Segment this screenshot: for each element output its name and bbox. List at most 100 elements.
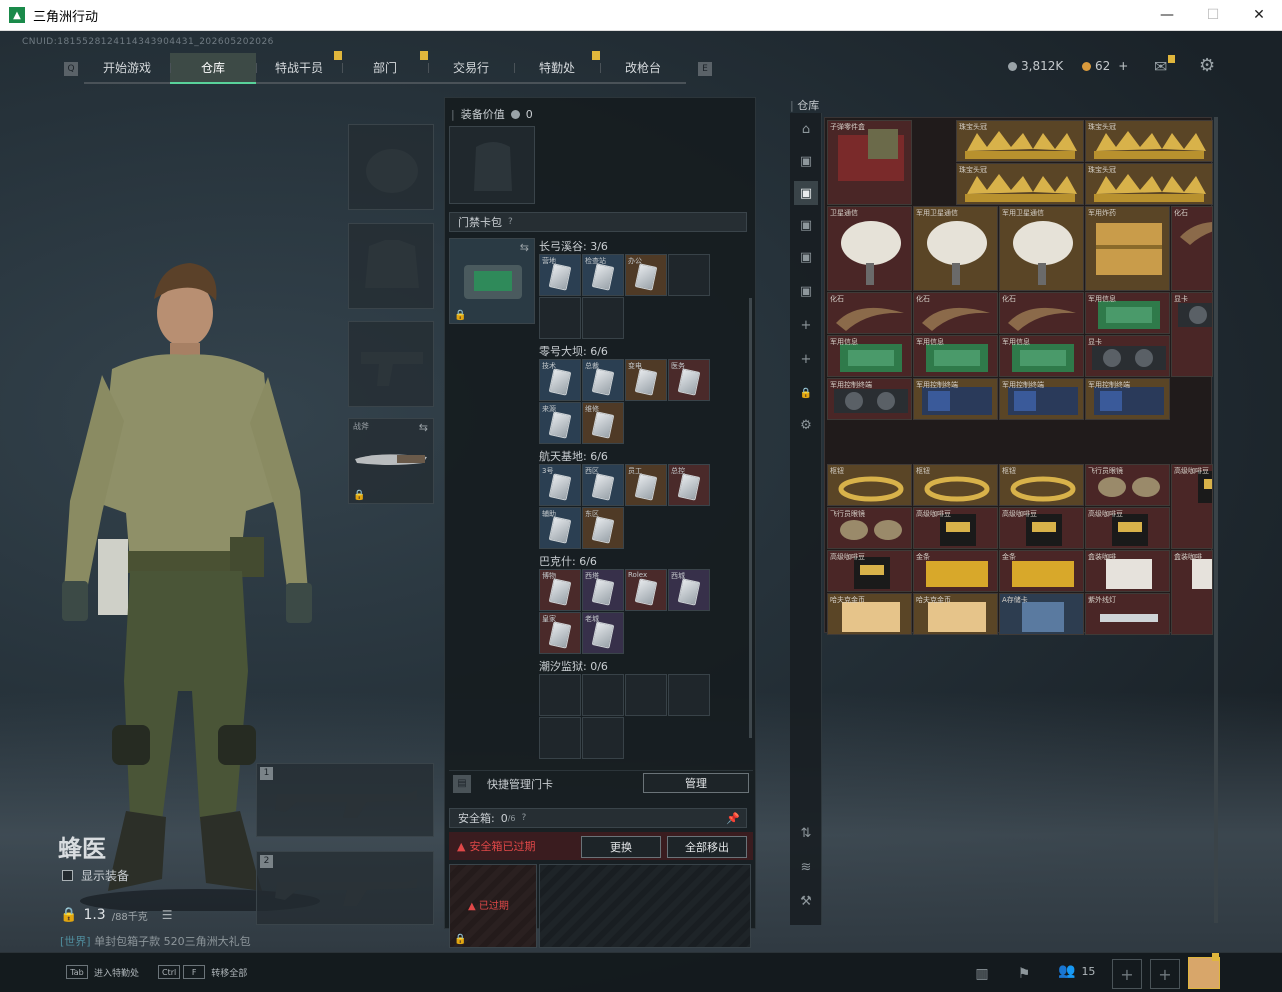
scrollbar[interactable]: [749, 298, 752, 738]
world-chat[interactable]: [世界] 单封包箱子款 520三角洲大礼包: [60, 933, 251, 949]
stash-item[interactable]: 化石: [827, 292, 912, 334]
tab-trading[interactable]: 交易行: [428, 53, 514, 82]
add-currency-button[interactable]: +: [1118, 59, 1128, 73]
stash-settings-icon[interactable]: ⚙: [794, 413, 818, 437]
keycard-slot[interactable]: [582, 674, 624, 716]
stash-item[interactable]: 珠宝头冠: [1085, 120, 1213, 162]
keycard-item[interactable]: 西城: [668, 569, 710, 611]
keycard-item[interactable]: 东区: [582, 507, 624, 549]
pistol-slot[interactable]: [348, 321, 434, 407]
safe-box-slot[interactable]: ▲ 已过期 🔒: [449, 864, 537, 948]
show-equipment-checkbox[interactable]: [62, 870, 73, 881]
stash-item[interactable]: 化石: [913, 292, 998, 334]
keycard-item[interactable]: 辅助: [539, 507, 581, 549]
stash-item[interactable]: 军用炸药: [1085, 206, 1170, 291]
player-avatar[interactable]: [1188, 957, 1220, 989]
stash-item[interactable]: 金条: [913, 550, 998, 592]
stash-item[interactable]: 显卡: [1171, 292, 1213, 377]
keycard-slot[interactable]: [582, 297, 624, 339]
stash-item[interactable]: 珠宝头冠: [956, 163, 1084, 205]
stash-item[interactable]: 金条: [999, 550, 1084, 592]
tab-warehouse[interactable]: 仓库: [170, 53, 256, 84]
stash-item[interactable]: 高级咖啡豆: [999, 507, 1084, 549]
stash-tab-4[interactable]: ▣: [794, 213, 818, 237]
keycard-item[interactable]: 维修: [582, 402, 624, 444]
keycard-item[interactable]: 变电: [625, 359, 667, 401]
lock-icon[interactable]: 🔒: [794, 381, 818, 405]
stash-item[interactable]: 紫外线灯: [1085, 593, 1170, 635]
stash-item[interactable]: 军用控制终端: [1085, 378, 1170, 420]
keycard-item[interactable]: 总控: [668, 464, 710, 506]
stash-item[interactable]: 盒装咖啡: [1085, 550, 1170, 592]
keycard-item[interactable]: 西塔: [582, 569, 624, 611]
swap-icon[interactable]: ⇆: [520, 241, 529, 254]
stash-item[interactable]: 军用控制终端: [913, 378, 998, 420]
stash-item[interactable]: 卫星通信: [827, 206, 912, 291]
backpack-slot[interactable]: [449, 126, 535, 204]
show-equipment-toggle[interactable]: 显示装备: [62, 867, 129, 884]
melee-slot[interactable]: 战斧 ⇆ 🔒: [348, 418, 434, 504]
stash-item[interactable]: 高级咖啡豆: [1171, 464, 1213, 549]
safe-box-grid[interactable]: [539, 864, 751, 948]
stash-item[interactable]: 珠宝头冠: [956, 120, 1084, 162]
auto-arrange-icon[interactable]: ⚒: [794, 889, 818, 913]
stash-item[interactable]: 高级咖啡豆: [827, 550, 912, 592]
stash-item[interactable]: 枢钮: [999, 464, 1084, 506]
sort-icon[interactable]: ⇅: [794, 821, 818, 845]
help-icon[interactable]: ?: [508, 217, 513, 227]
party-slot-add-button[interactable]: +: [1150, 959, 1180, 989]
keycard-item[interactable]: 皇家: [539, 612, 581, 654]
stash-tab-5[interactable]: ▣: [794, 245, 818, 269]
keycard-slot[interactable]: [625, 674, 667, 716]
swap-icon[interactable]: ⇆: [419, 421, 428, 434]
stash-item[interactable]: 化石: [999, 292, 1084, 334]
stash-item[interactable]: 军用信息: [1085, 292, 1170, 334]
keycard-item[interactable]: 博物: [539, 569, 581, 611]
keycard-item[interactable]: 检查站: [582, 254, 624, 296]
move-all-button[interactable]: 全部移出: [667, 836, 747, 858]
party-slot-add-button[interactable]: +: [1112, 959, 1142, 989]
add-stash-tab-icon[interactable]: +: [794, 313, 818, 337]
minimize-button[interactable]: —: [1144, 0, 1190, 30]
stash-item[interactable]: 军用卫星通信: [913, 206, 998, 291]
helmet-slot[interactable]: [348, 124, 434, 210]
settings-gear-icon[interactable]: ⚙: [1199, 55, 1215, 76]
keycard-item[interactable]: 营地: [539, 254, 581, 296]
stash-item[interactable]: 哈夫克金币: [913, 593, 998, 635]
keycard-item[interactable]: 办公: [625, 254, 667, 296]
tab-gunsmith[interactable]: 改枪台: [600, 53, 686, 82]
add-stash-tab-icon[interactable]: +: [794, 347, 818, 371]
keycard-slot[interactable]: [539, 297, 581, 339]
stash-item[interactable]: 飞行员眼镜: [827, 507, 912, 549]
friends-button[interactable]: 👥 15: [1058, 963, 1095, 979]
transfer-all-hint[interactable]: Ctrl F 转移全部: [158, 965, 247, 979]
stash-item[interactable]: 珠宝头冠: [1085, 163, 1213, 205]
keycard-item[interactable]: 来源: [539, 402, 581, 444]
stash-item[interactable]: 化石: [1171, 206, 1213, 291]
layers-icon[interactable]: ≋: [794, 855, 818, 879]
keycard-item[interactable]: 总裁: [582, 359, 624, 401]
keycard-item[interactable]: Rolex: [625, 569, 667, 611]
keycard-item[interactable]: 技术: [539, 359, 581, 401]
secondary-weapon-slot[interactable]: 2: [256, 851, 434, 925]
stash-item[interactable]: 军用信息: [827, 335, 912, 377]
stash-item[interactable]: 枢钮: [827, 464, 912, 506]
armor-slot[interactable]: [348, 223, 434, 309]
keycard-item[interactable]: 医务: [668, 359, 710, 401]
enter-special-ops-hint[interactable]: Tab 进入特勤处: [66, 965, 139, 979]
help-icon[interactable]: ?: [522, 813, 527, 823]
keycard-slot[interactable]: [539, 674, 581, 716]
stats-icon[interactable]: ▥: [968, 962, 996, 986]
stash-item[interactable]: 飞行员眼镜: [1085, 464, 1170, 506]
stash-item[interactable]: 军用卫星通信: [999, 206, 1084, 291]
tab-operators[interactable]: 特战干员: [256, 51, 342, 82]
replace-button[interactable]: 更换: [581, 836, 661, 858]
stash-item[interactable]: 盒装咖啡: [1171, 550, 1213, 635]
stash-tab-6[interactable]: ▣: [794, 279, 818, 303]
nav-prev-icon[interactable]: Q: [64, 61, 78, 76]
nav-next-icon[interactable]: E: [698, 61, 712, 76]
flag-icon[interactable]: ⚑: [1010, 962, 1038, 986]
keycard-slot[interactable]: [668, 254, 710, 296]
mail-icon[interactable]: ✉: [1154, 57, 1167, 76]
list-icon[interactable]: ☰: [162, 908, 173, 922]
